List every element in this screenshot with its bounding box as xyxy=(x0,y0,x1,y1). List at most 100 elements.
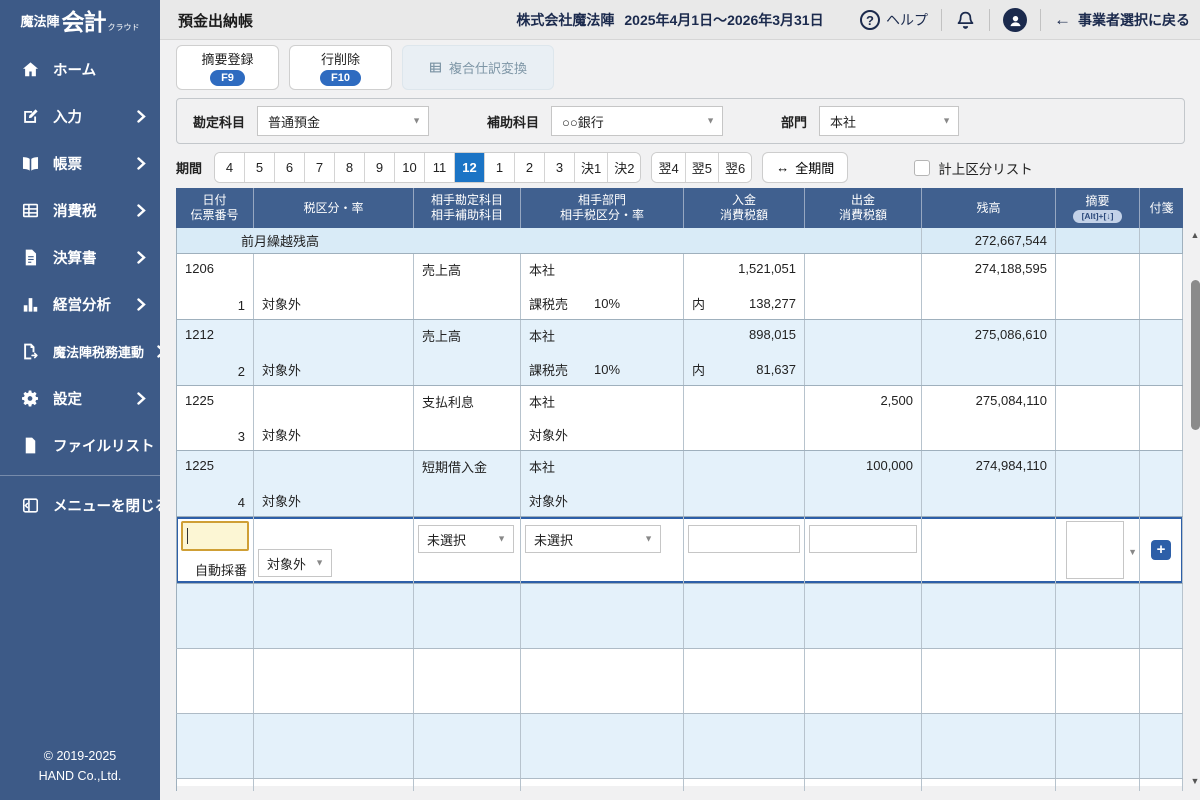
month-button-10[interactable]: 10 xyxy=(395,153,425,182)
row-counter-account: 売上高 xyxy=(422,260,461,279)
month-button-next6[interactable]: 翌6 xyxy=(719,153,751,182)
sidebar-item-analysis[interactable]: 経営分析 xyxy=(0,281,160,328)
empty-row[interactable] xyxy=(176,779,1183,786)
month-button-settle2[interactable]: 決2 xyxy=(608,153,640,182)
month-button-9[interactable]: 9 xyxy=(365,153,395,182)
table-row[interactable]: 12253 対象外 支払利息 本社対象外 2,500 275,084,110 xyxy=(176,386,1183,451)
withdrawal-input[interactable] xyxy=(809,525,917,553)
table-row[interactable]: 12061 対象外 売上高 本社課税売10% 1,521,051内138,277… xyxy=(176,254,1183,320)
sidebar-item-label: 帳票 xyxy=(53,153,82,174)
button-label: 複合仕訳変換 xyxy=(449,58,527,77)
table-row[interactable]: 12122 対象外 売上高 本社課税売10% 898,015内81,637 27… xyxy=(176,320,1183,386)
month-button-11[interactable]: 11 xyxy=(425,153,455,182)
sidebar-item-settings[interactable]: 設定 xyxy=(0,375,160,422)
chevron-down-icon: ▼ xyxy=(706,116,715,126)
counter-dept-select-value: 未選択 xyxy=(534,530,573,549)
row-balance: 275,086,610 xyxy=(930,327,1047,342)
sidebar-item-tax-link[interactable]: 魔法陣税務連動 xyxy=(0,328,160,375)
header-tax: 税区分・率 xyxy=(303,201,363,216)
main-content: 摘要登録 F9 行削除 F10 複合仕訳変換 勘定科目 普通預金 ▼ 補助科目 … xyxy=(160,40,1200,800)
memo-input[interactable] xyxy=(1066,521,1124,579)
fkey-badge: F9 xyxy=(210,70,245,86)
row-slip-no: 3 xyxy=(238,429,245,444)
app-logo: 魔法陣 会計 クラウド xyxy=(0,0,160,40)
empty-row[interactable] xyxy=(176,649,1183,714)
month-button-1[interactable]: 1 xyxy=(485,153,515,182)
sidebar-item-consumption-tax[interactable]: 消費税 xyxy=(0,187,160,234)
department-select[interactable]: 本社 ▼ xyxy=(819,106,959,136)
sidebar-item-home[interactable]: ホーム xyxy=(0,46,160,93)
close-menu-icon xyxy=(21,496,40,515)
sidebar-item-label: 魔法陣税務連動 xyxy=(53,342,144,361)
sidebar-item-input[interactable]: 入力 xyxy=(0,93,160,140)
month-button-8[interactable]: 8 xyxy=(335,153,365,182)
row-withdrawal: 100,000 xyxy=(813,458,913,473)
chevron-down-icon[interactable]: ▼ xyxy=(1128,547,1137,557)
month-button-next5[interactable]: 翌5 xyxy=(686,153,719,182)
logo-part3: クラウド xyxy=(108,22,140,33)
file-icon xyxy=(21,436,40,455)
scrollbar-thumb[interactable] xyxy=(1191,280,1200,430)
row-slip-no: 2 xyxy=(238,364,245,379)
row-memo xyxy=(1056,386,1140,450)
table-header: 日付伝票番号 税区分・率 相手勘定科目相手補助科目 相手部門相手税区分・率 入金… xyxy=(176,188,1183,228)
add-row-button[interactable]: + xyxy=(1151,540,1171,560)
counter-account-select[interactable]: 未選択 ▼ xyxy=(418,525,514,553)
month-button-4[interactable]: 4 xyxy=(215,153,245,182)
date-input[interactable] xyxy=(181,521,249,551)
month-button-next4[interactable]: 翌4 xyxy=(652,153,685,182)
row-balance: 275,084,110 xyxy=(930,393,1047,408)
row-counter-rate: 10% xyxy=(594,296,620,311)
logo-part1: 魔法陣 xyxy=(20,11,59,30)
deposit-input[interactable] xyxy=(688,525,800,553)
fkey-badge: F10 xyxy=(320,70,361,86)
sidebar-item-file-list[interactable]: ファイルリスト xyxy=(0,422,160,469)
row-deposit-tax-label: 内 xyxy=(692,294,705,313)
row-withdrawal: 2,500 xyxy=(813,393,913,408)
checkbox[interactable] xyxy=(914,160,930,176)
header-withdrawal-tax: 消費税額 xyxy=(839,208,887,223)
toolbar: 摘要登録 F9 行削除 F10 複合仕訳変換 xyxy=(176,45,554,90)
all-period-label: 全期間 xyxy=(795,158,834,177)
memo-shortcut-badge: [Alt]+[↓] xyxy=(1073,210,1123,223)
month-button-12-selected[interactable]: 12 xyxy=(455,153,485,182)
account-select[interactable]: 普通預金 ▼ xyxy=(257,106,429,136)
sub-account-select[interactable]: ○○銀行 ▼ xyxy=(551,106,723,136)
month-button-2[interactable]: 2 xyxy=(515,153,545,182)
all-period-button[interactable]: ↔ 全期間 xyxy=(762,152,848,183)
header-date: 日付 xyxy=(202,193,226,208)
month-button-5[interactable]: 5 xyxy=(245,153,275,182)
row-tag xyxy=(1140,451,1183,516)
chevron-down-icon: ▼ xyxy=(315,558,324,568)
new-entry-row[interactable]: 自動採番 対象外 ▼ 未選択 ▼ 未選択 ▼ xyxy=(176,517,1183,584)
edit-icon xyxy=(21,107,40,126)
empty-row[interactable] xyxy=(176,584,1183,649)
month-button-3[interactable]: 3 xyxy=(545,153,575,182)
tax-select[interactable]: 対象外 ▼ xyxy=(258,549,332,577)
bell-icon[interactable] xyxy=(955,10,976,31)
carryover-balance: 272,667,544 xyxy=(975,233,1047,248)
counter-dept-select[interactable]: 未選択 ▼ xyxy=(525,525,661,553)
row-tag xyxy=(1140,386,1183,450)
sidebar-item-financial-statements[interactable]: 決算書 xyxy=(0,234,160,281)
sidebar-item-reports[interactable]: 帳票 xyxy=(0,140,160,187)
scroll-up-arrow[interactable]: ▲ xyxy=(1191,230,1200,240)
month-button-settle1[interactable]: 決1 xyxy=(575,153,608,182)
back-to-business-select[interactable]: ← 事業者選択に戻る xyxy=(1054,10,1190,30)
row-tax: 対象外 xyxy=(262,425,301,444)
scroll-down-arrow[interactable]: ▼ xyxy=(1191,776,1200,786)
department-filter-label: 部門 xyxy=(781,112,807,131)
posting-category-checkbox-wrap[interactable]: 計上区分リスト xyxy=(914,158,1033,178)
empty-row[interactable] xyxy=(176,714,1183,779)
register-memo-button[interactable]: 摘要登録 F9 xyxy=(176,45,279,90)
help-button[interactable]: ? ヘルプ xyxy=(860,10,928,30)
sidebar-item-close-menu[interactable]: メニューを閉じる xyxy=(0,482,160,529)
month-button-7[interactable]: 7 xyxy=(305,153,335,182)
divider xyxy=(1040,9,1041,31)
table-row[interactable]: 12254 対象外 短期借入金 本社対象外 100,000 274,984,11… xyxy=(176,451,1183,517)
sidebar-item-label: 入力 xyxy=(53,106,82,127)
delete-row-button[interactable]: 行削除 F10 xyxy=(289,45,392,90)
month-button-6[interactable]: 6 xyxy=(275,153,305,182)
account-avatar[interactable] xyxy=(1003,8,1027,32)
header-memo: 摘要 xyxy=(1085,194,1109,209)
